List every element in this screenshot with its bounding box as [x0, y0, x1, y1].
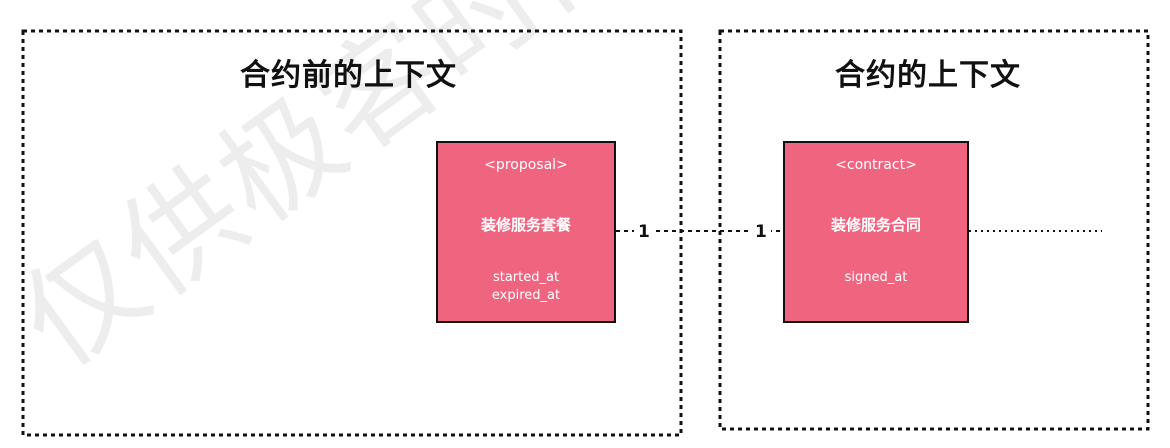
proposal-entity: <proposal> 装修服务套餐 started_at expired_at [436, 141, 616, 323]
contract-entity: <contract> 装修服务合同 signed_at [783, 141, 969, 323]
contract-attribute: signed_at [844, 270, 908, 285]
proposal-attribute: expired_at [491, 288, 561, 303]
left-multiplicity-label: 1 [634, 222, 654, 242]
diagram-canvas: 合约前的上下文 合约的上下文 <proposal> 装修服务套餐 started… [0, 0, 1170, 448]
contract-stereotype: <contract> [835, 157, 917, 173]
proposal-attribute: started_at [492, 270, 560, 285]
proposal-name: 装修服务套餐 [480, 216, 571, 234]
contract-attributes: signed_at [785, 269, 967, 287]
contract-name: 装修服务合同 [830, 216, 921, 234]
right-multiplicity-label: 1 [751, 222, 771, 242]
contract-context-title: 合约的上下文 [835, 58, 1021, 93]
proposal-attributes: started_at expired_at [438, 269, 614, 305]
proposal-stereotype: <proposal> [484, 157, 568, 173]
pre-contract-context-title: 合约前的上下文 [240, 58, 457, 93]
